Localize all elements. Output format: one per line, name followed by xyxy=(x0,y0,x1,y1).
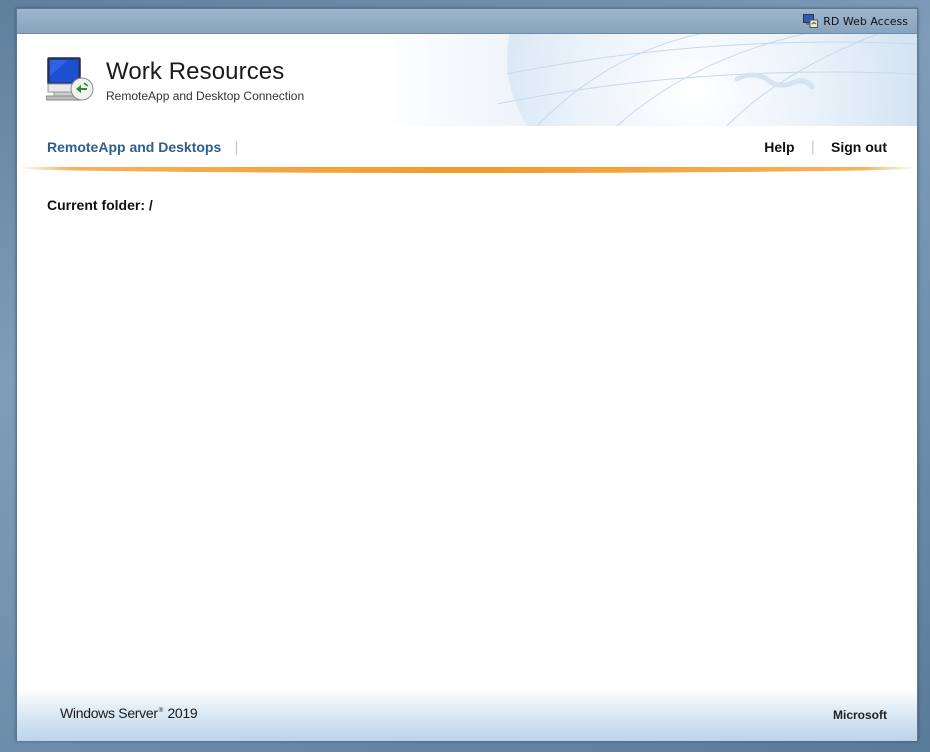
microsoft-logo: Microsoft xyxy=(833,708,887,722)
sign-out-link[interactable]: Sign out xyxy=(831,139,887,155)
rd-web-access-icon xyxy=(803,14,819,28)
nav-separator: | xyxy=(810,139,815,155)
rd-web-access-label[interactable]: RD Web Access xyxy=(823,15,908,28)
nav-right: Help | Sign out xyxy=(764,139,887,155)
nav-bar: RemoteApp and Desktops | Help | Sign out xyxy=(17,126,917,173)
brand-name: Windows Server xyxy=(60,705,158,721)
page-content: Work Resources RemoteApp and Desktop Con… xyxy=(17,34,917,741)
remote-desktop-monitor-icon xyxy=(45,56,96,102)
page-subtitle: RemoteApp and Desktop Connection xyxy=(106,89,305,103)
help-link[interactable]: Help xyxy=(764,139,794,155)
top-bar: RD Web Access xyxy=(17,9,917,34)
tab-remoteapp-and-desktops[interactable]: RemoteApp and Desktops xyxy=(47,139,221,155)
brand-mark: ® xyxy=(158,708,163,714)
current-folder-label: Current folder: / xyxy=(47,197,153,213)
globe-grid-decoration xyxy=(497,34,917,126)
brand-version: 2019 xyxy=(167,705,198,721)
browser-window: RD Web Access Work Resources RemoteApp a… xyxy=(16,8,918,741)
windows-server-brand: Windows Server® 2019 xyxy=(60,705,198,721)
rd-web-access-link[interactable]: RD Web Access xyxy=(803,12,908,30)
nav-separator: | xyxy=(234,139,239,155)
nav-left: RemoteApp and Desktops | xyxy=(47,139,239,155)
page-title: Work Resources xyxy=(106,58,285,85)
page-header: Work Resources RemoteApp and Desktop Con… xyxy=(17,34,917,126)
main-content: Current folder: / xyxy=(47,197,153,213)
page-footer: Windows Server® 2019 Microsoft xyxy=(17,687,917,741)
